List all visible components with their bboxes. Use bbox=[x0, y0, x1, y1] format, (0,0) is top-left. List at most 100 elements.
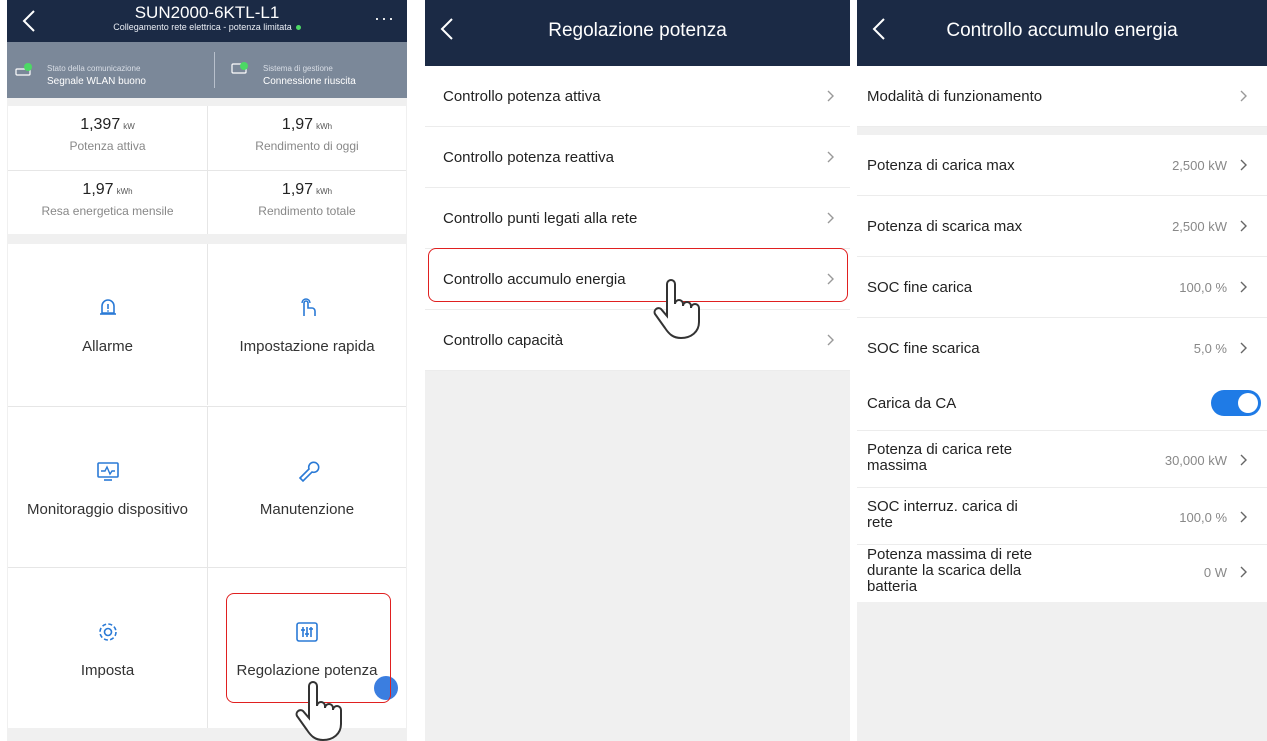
setting-row[interactable]: SOC interruz. carica di rete 100,0 % bbox=[857, 488, 1267, 545]
device-status-text: Collegamento rete elettrica - potenza li… bbox=[113, 22, 292, 32]
label-line: Potenza di carica rete bbox=[867, 441, 1013, 458]
setting-label: SOC fine carica bbox=[867, 279, 973, 296]
label-line: batteria bbox=[867, 578, 918, 595]
stat-value: 1,397 bbox=[80, 116, 121, 133]
stat-monthly-yield: 1,97 kWh Resa energetica mensile bbox=[8, 170, 207, 234]
setting-row[interactable]: Potenza di carica rete massima 30,000 kW bbox=[857, 431, 1267, 488]
tile-label: Impostazione rapida bbox=[239, 338, 375, 355]
setting-label: Potenza massima di rete durante la scaric… bbox=[867, 547, 1032, 595]
chevron-right-icon bbox=[1240, 159, 1247, 171]
stat-caption: Potenza attiva bbox=[69, 139, 146, 153]
stat-caption: Resa energetica mensile bbox=[41, 204, 174, 218]
tile-maintenance[interactable]: Manutenzione bbox=[207, 406, 406, 567]
quick-setting-icon bbox=[301, 298, 316, 316]
menu-item-capacity[interactable]: Controllo capacità bbox=[425, 310, 850, 371]
setting-value: 100,0 % bbox=[1179, 510, 1227, 525]
stat-unit: kWh bbox=[316, 187, 333, 196]
gear-icon bbox=[98, 623, 117, 641]
stats-panel: 1,397 kW Potenza attiva 1,97 kWh Rendiment… bbox=[8, 106, 406, 234]
device-header: SUN2000-6KTL-L1 Collegamento rete elettr… bbox=[7, 0, 407, 42]
page-title: Controllo accumulo energia bbox=[946, 20, 1178, 41]
setting-label: SOC fine scarica bbox=[867, 340, 980, 357]
setting-row[interactable]: SOC fine scarica 5,0 % bbox=[857, 318, 1267, 379]
setting-row[interactable]: SOC fine carica 100,0 % bbox=[857, 257, 1267, 318]
monitor-icon bbox=[96, 462, 119, 481]
energy-storage-header: Controllo accumulo energia bbox=[857, 0, 1267, 66]
page-title: Regolazione potenza bbox=[548, 20, 727, 41]
online-dot-icon bbox=[295, 25, 301, 31]
setting-label: Carica da CA bbox=[867, 395, 957, 412]
stat-value: 1,97 bbox=[281, 116, 314, 133]
more-button[interactable]: ··· bbox=[374, 8, 395, 29]
setting-value: 5,0 % bbox=[1193, 341, 1227, 356]
setting-label: Potenza di carica rete massima bbox=[867, 442, 1012, 474]
mgmt-status-label: Sistema di gestione bbox=[263, 64, 333, 73]
menu-item-label: Controllo punti legati alla rete bbox=[443, 210, 638, 227]
chevron-right-icon bbox=[1240, 511, 1247, 523]
working-mode-row[interactable]: Modalità di funzionamento bbox=[857, 66, 1267, 127]
setting-row[interactable]: Potenza massima di rete durante la scaric… bbox=[857, 545, 1267, 602]
stat-active-power: 1,397 kW Potenza attiva bbox=[8, 106, 207, 170]
power-regulation-header: Regolazione potenza bbox=[425, 0, 850, 66]
chevron-right-icon bbox=[1240, 342, 1247, 354]
stat-unit: kW bbox=[123, 122, 135, 131]
highlight-box bbox=[428, 248, 848, 302]
ac-charge-row: Carica da CA bbox=[857, 376, 1267, 431]
charge-limits-section: Potenza di carica max 2,500 kW Potenza d… bbox=[857, 135, 1267, 379]
comm-status: Stato della comunicazione Segnale WLAN b… bbox=[7, 52, 202, 88]
comm-status-label: Stato della comunicazione bbox=[47, 64, 141, 73]
chevron-right-icon bbox=[1240, 90, 1247, 102]
pointing-hand-icon bbox=[295, 681, 342, 741]
tile-alarm[interactable]: Allarme bbox=[8, 244, 207, 405]
stat-caption: Rendimento totale bbox=[258, 204, 356, 218]
setting-label: Modalità di funzionamento bbox=[867, 88, 1043, 105]
menu-item-active-power[interactable]: Controllo potenza attiva bbox=[425, 66, 850, 127]
chevron-right-icon bbox=[1240, 454, 1247, 466]
tile-label: Imposta bbox=[80, 662, 135, 679]
label-line: rete bbox=[867, 514, 893, 531]
tile-label: Monitoraggio dispositivo bbox=[27, 501, 188, 518]
setting-value: 2,500 kW bbox=[1172, 158, 1227, 173]
label-line: durante la scarica della bbox=[867, 562, 1022, 579]
setting-value: 0 W bbox=[1203, 565, 1227, 580]
bell-alert-icon bbox=[99, 299, 116, 315]
label-line: SOC interruz. carica di bbox=[867, 498, 1018, 515]
mgmt-status-value: Connessione riuscita bbox=[263, 76, 356, 87]
setting-value: 2,500 kW bbox=[1172, 219, 1227, 234]
energy-storage-screen: Controllo accumulo energia Modalità di f… bbox=[857, 0, 1267, 741]
device-subtitle: Collegamento rete elettrica - potenza li… bbox=[7, 22, 407, 32]
stat-today-yield: 1,97 kWh Rendimento di oggi bbox=[207, 106, 406, 170]
ac-charge-toggle[interactable] bbox=[1211, 390, 1261, 416]
tile-quick-setting[interactable]: Impostazione rapida bbox=[207, 244, 406, 405]
menu-item-label: Controllo capacità bbox=[443, 332, 564, 349]
tile-monitoring[interactable]: Monitoraggio dispositivo bbox=[8, 406, 207, 567]
status-bar: Stato della comunicazione Segnale WLAN b… bbox=[7, 42, 407, 98]
label-line: Potenza massima di rete bbox=[867, 546, 1033, 563]
stat-value: 1,97 bbox=[281, 181, 314, 198]
menu-item-label: Controllo potenza attiva bbox=[443, 88, 601, 105]
power-regulation-menu: Controllo potenza attiva Controllo poten… bbox=[425, 66, 850, 371]
setting-label: Potenza di carica max bbox=[867, 157, 1015, 174]
chevron-right-icon bbox=[1240, 566, 1247, 578]
power-regulation-screen: Regolazione potenza Controllo potenza at… bbox=[425, 0, 850, 741]
setting-value: 30,000 kW bbox=[1164, 453, 1227, 468]
mgmt-status: Sistema di gestione Connessione riuscita bbox=[214, 52, 407, 88]
chevron-right-icon bbox=[827, 212, 834, 224]
pointing-hand-icon bbox=[653, 279, 700, 340]
stat-unit: kWh bbox=[316, 122, 333, 131]
tile-label: Manutenzione bbox=[259, 501, 355, 518]
setting-row[interactable]: Potenza di carica max 2,500 kW bbox=[857, 135, 1267, 196]
setting-label: Potenza di scarica max bbox=[867, 218, 1023, 235]
setting-label: SOC interruz. carica di rete bbox=[867, 499, 1018, 531]
menu-item-reactive-power[interactable]: Controllo potenza reattiva bbox=[425, 127, 850, 188]
mode-section: Modalità di funzionamento bbox=[857, 66, 1267, 127]
chevron-right-icon bbox=[827, 151, 834, 163]
chevron-right-icon bbox=[827, 334, 834, 346]
setting-row[interactable]: Potenza di scarica max 2,500 kW bbox=[857, 196, 1267, 257]
chevron-right-icon bbox=[1240, 281, 1247, 293]
router-icon bbox=[15, 63, 32, 76]
toggle-knob bbox=[1238, 393, 1258, 413]
tile-settings[interactable]: Imposta bbox=[8, 567, 207, 728]
device-home-screen: SUN2000-6KTL-L1 Collegamento rete elettr… bbox=[7, 0, 407, 741]
menu-item-grid-points[interactable]: Controllo punti legati alla rete bbox=[425, 188, 850, 249]
